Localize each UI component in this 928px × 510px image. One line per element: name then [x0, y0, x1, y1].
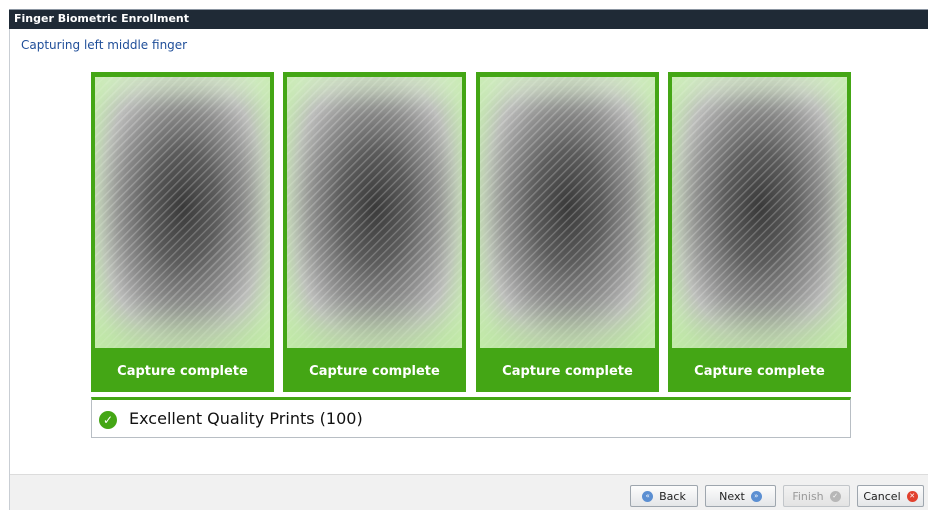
- quality-text: Excellent Quality Prints (100): [129, 409, 363, 428]
- cancel-button[interactable]: Cancel ✕: [857, 485, 924, 507]
- capture-tile-1: Capture complete: [91, 72, 274, 392]
- wizard-footer: « Back Next » Finish ✓ Cancel ✕: [10, 474, 928, 510]
- capture-status: Capture complete: [694, 364, 825, 379]
- fingerprint-image: [480, 77, 655, 348]
- capture-tile-4: Capture complete: [668, 72, 851, 392]
- capture-status: Capture complete: [117, 364, 248, 379]
- capture-tiles: Capture complete Capture complete Captur…: [91, 72, 851, 392]
- rewind-icon: «: [642, 490, 654, 502]
- fingerprint-image: [287, 77, 462, 348]
- finish-label: Finish: [792, 489, 824, 503]
- back-label: Back: [659, 489, 686, 503]
- next-label: Next: [719, 489, 745, 503]
- check-circle-icon: ✓: [99, 411, 117, 429]
- window-title-bar: Finger Biometric Enrollment: [9, 9, 928, 29]
- close-icon: ✕: [906, 490, 918, 502]
- fingerprint-image: [672, 77, 847, 348]
- capture-tile-2: Capture complete: [283, 72, 466, 392]
- fast-forward-icon: »: [750, 490, 762, 502]
- check-icon: ✓: [829, 490, 841, 502]
- quality-indicator: ✓ Excellent Quality Prints (100): [91, 397, 851, 438]
- cancel-label: Cancel: [863, 489, 901, 503]
- fingerprint-image: [95, 77, 270, 348]
- capture-tile-3: Capture complete: [476, 72, 659, 392]
- capture-status: Capture complete: [309, 364, 440, 379]
- back-button[interactable]: « Back: [630, 485, 698, 507]
- capture-instruction: Capturing left middle finger: [21, 38, 188, 52]
- enrollment-panel: Capturing left middle finger Capture com…: [9, 29, 928, 510]
- capture-status: Capture complete: [502, 364, 633, 379]
- window-title: Finger Biometric Enrollment: [14, 12, 190, 25]
- next-button[interactable]: Next »: [705, 485, 776, 507]
- finish-button[interactable]: Finish ✓: [783, 485, 850, 507]
